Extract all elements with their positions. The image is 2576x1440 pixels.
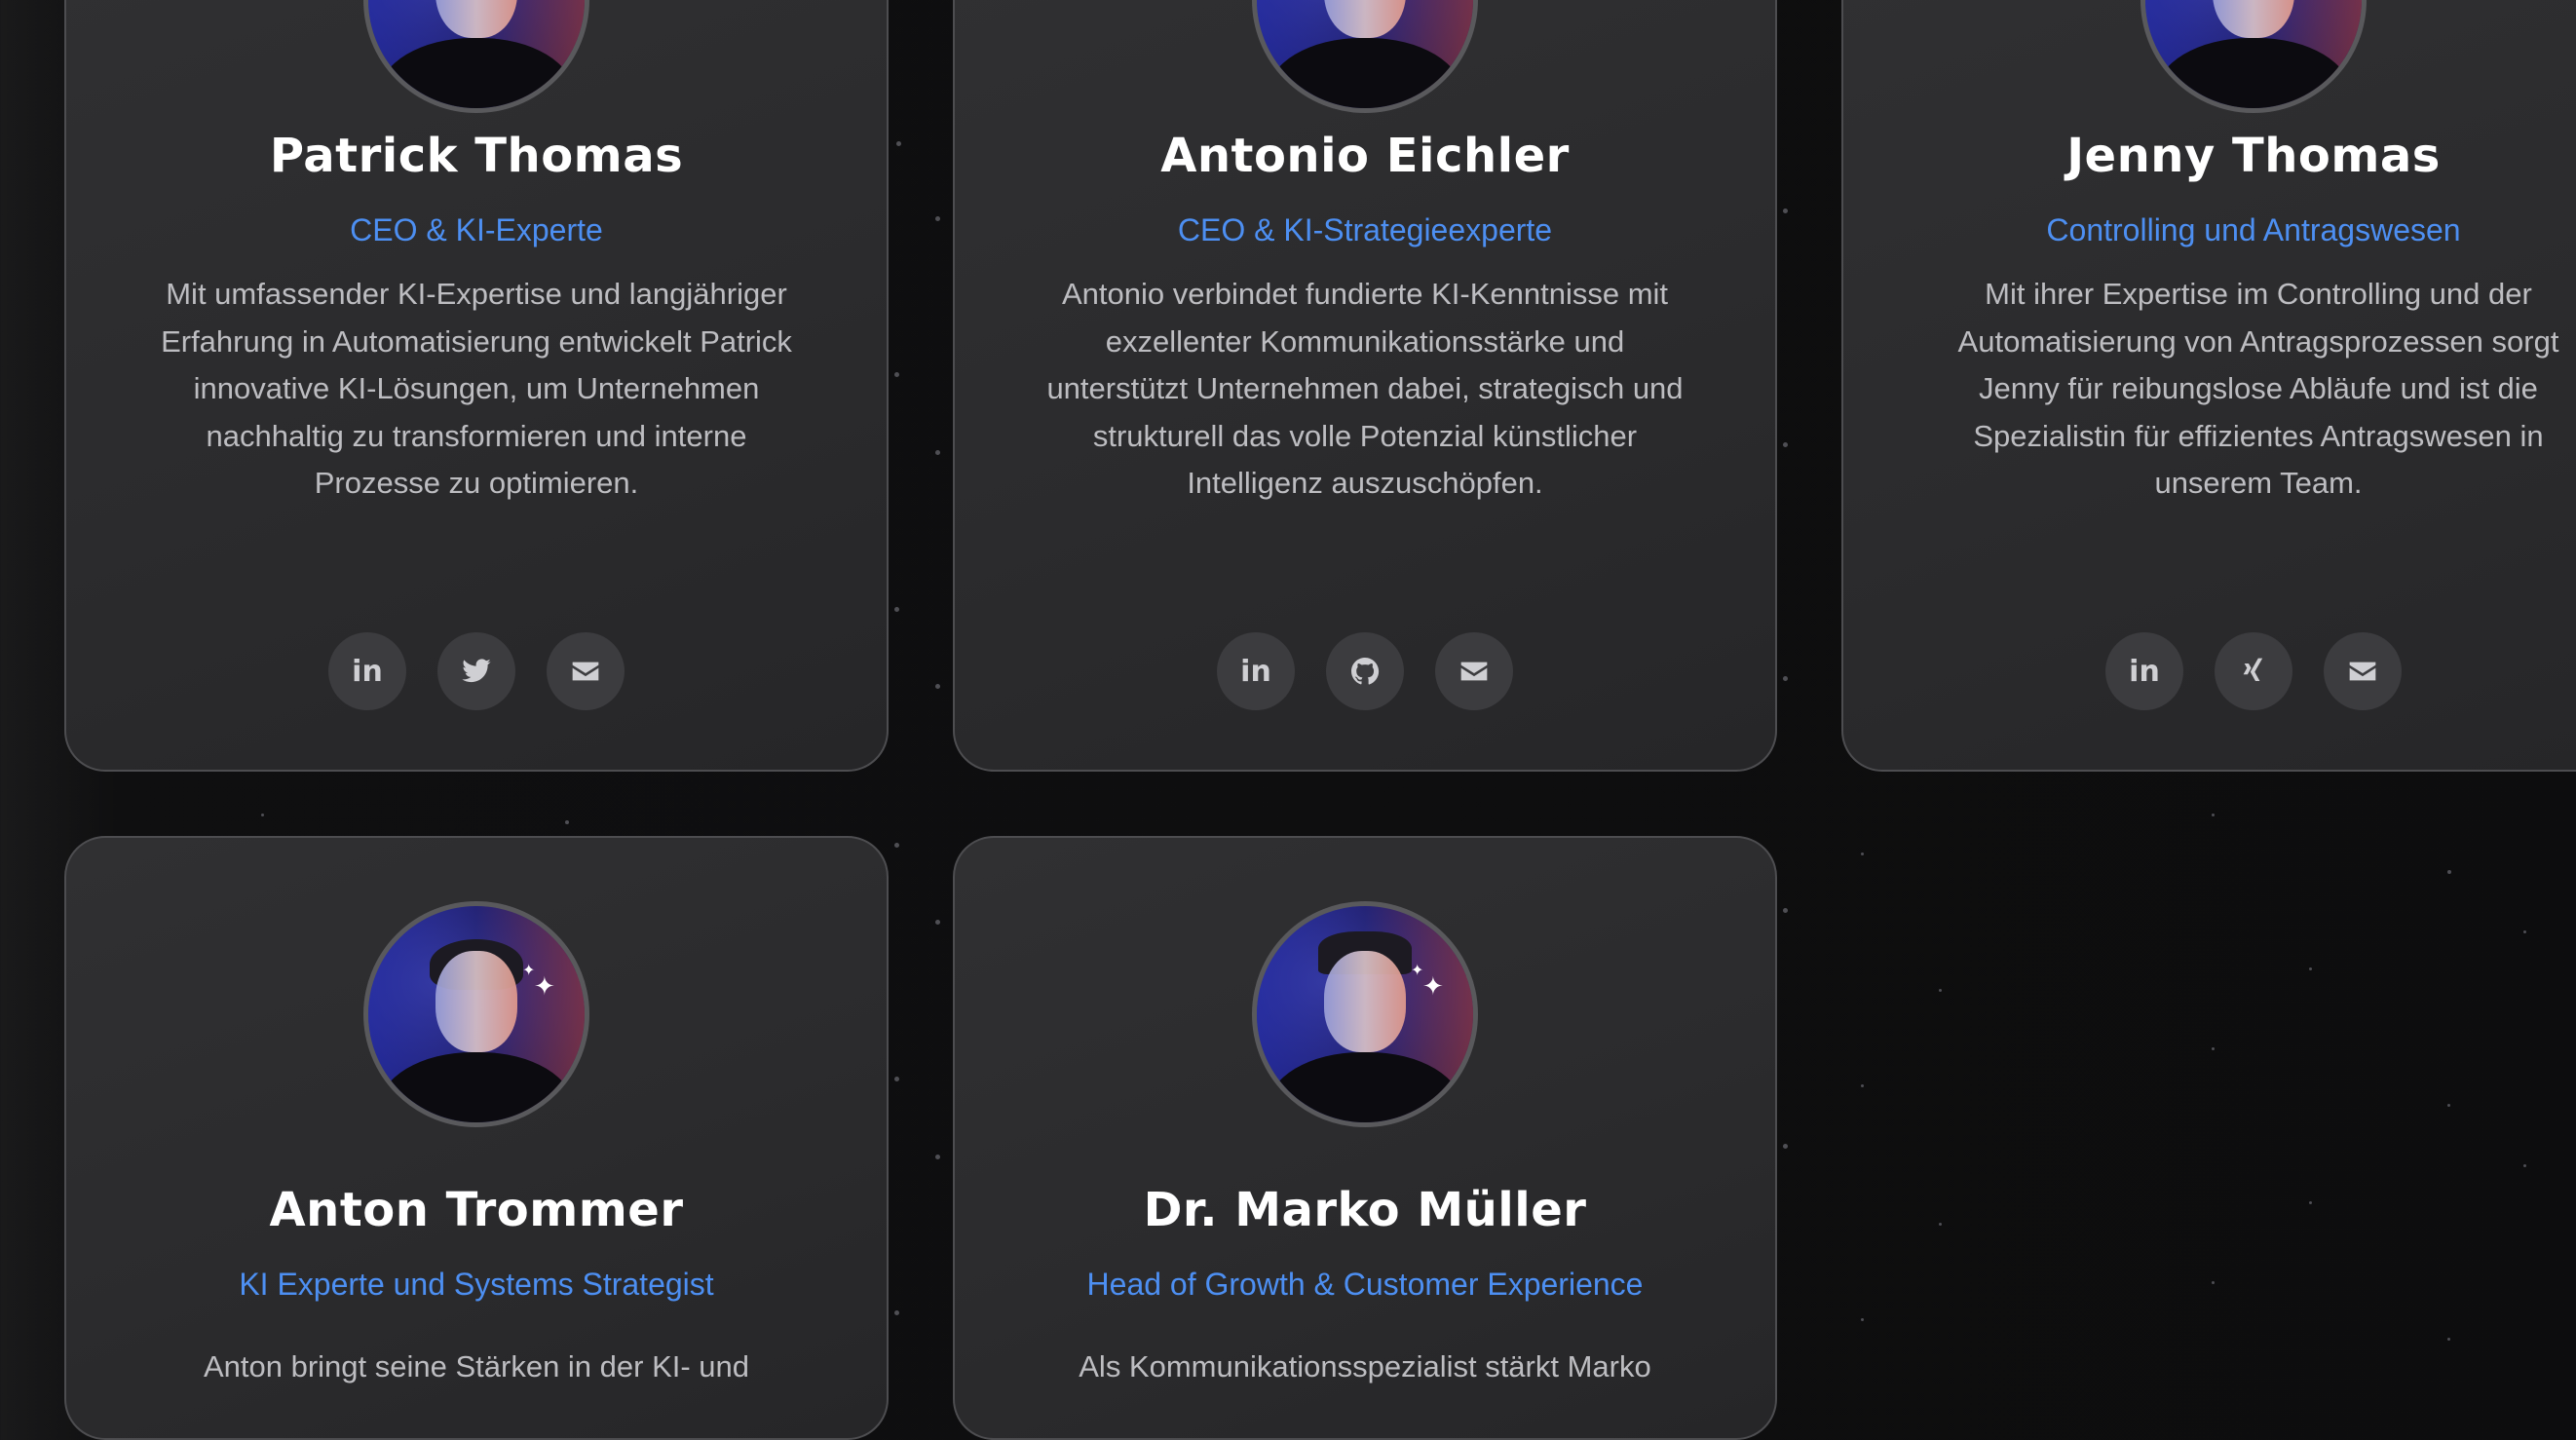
- member-name: Dr. Marko Müller: [1143, 1183, 1587, 1237]
- member-bio: Mit umfassender KI-Expertise und langjäh…: [161, 277, 792, 500]
- avatar: ✦ ✦: [363, 0, 589, 113]
- avatar: ✦ ✦: [2140, 0, 2367, 113]
- team-card-antonio-eichler: ✦ ✦ Antonio Eichler CEO & KI-Strategieex…: [953, 0, 1777, 772]
- team-card-patrick-thomas: ✦ ✦ Patrick Thomas CEO & KI-Experte Mit …: [64, 0, 889, 772]
- member-role: Head of Growth & Customer Experience: [1086, 1267, 1644, 1302]
- member-name: Jenny Thomas: [2066, 129, 2441, 183]
- member-bio: Als Kommunikationsspezialist stärkt Mark…: [1079, 1349, 1651, 1383]
- member-name: Patrick Thomas: [269, 129, 684, 183]
- linkedin-icon[interactable]: in: [1217, 632, 1295, 710]
- member-bio: Anton bringt seine Stärken in der KI- un…: [203, 1349, 750, 1383]
- github-icon[interactable]: [1326, 632, 1404, 710]
- linkedin-icon[interactable]: in: [328, 632, 406, 710]
- social-links: in: [955, 632, 1775, 710]
- twitter-icon[interactable]: [437, 632, 515, 710]
- sparkle-icon: ✦: [1422, 972, 1444, 1002]
- linkedin-icon[interactable]: in: [2105, 632, 2183, 710]
- member-name: Anton Trommer: [269, 1183, 684, 1237]
- member-name: Antonio Eichler: [1160, 129, 1570, 183]
- member-bio: Mit ihrer Expertise im Controlling und d…: [1957, 277, 2559, 500]
- team-card-anton-trommer: ✦ ✦ Anton Trommer KI Experte und Systems…: [64, 836, 889, 1440]
- email-icon[interactable]: [2324, 632, 2402, 710]
- member-role: CEO & KI-Experte: [350, 212, 603, 247]
- team-card-jenny-thomas: ✦ ✦ Jenny Thomas Controlling und Antrags…: [1841, 0, 2576, 772]
- social-links: in: [66, 632, 887, 710]
- xing-icon[interactable]: [2215, 632, 2292, 710]
- team-card-marko-mueller: ✦ ✦ Dr. Marko Müller Head of Growth & Cu…: [953, 836, 1777, 1440]
- email-icon[interactable]: [1435, 632, 1513, 710]
- avatar: ✦ ✦: [1252, 901, 1478, 1127]
- member-role: CEO & KI-Strategieexperte: [1177, 212, 1553, 247]
- avatar: ✦ ✦: [1252, 0, 1478, 113]
- member-role: Controlling und Antragswesen: [2046, 212, 2461, 247]
- email-icon[interactable]: [547, 632, 625, 710]
- member-bio: Antonio verbindet fundierte KI-Kenntniss…: [1046, 277, 1684, 500]
- avatar: ✦ ✦: [363, 901, 589, 1127]
- member-role: KI Experte und Systems Strategist: [239, 1267, 714, 1302]
- sparkle-icon: ✦: [534, 972, 555, 1002]
- social-links: in: [1843, 632, 2576, 710]
